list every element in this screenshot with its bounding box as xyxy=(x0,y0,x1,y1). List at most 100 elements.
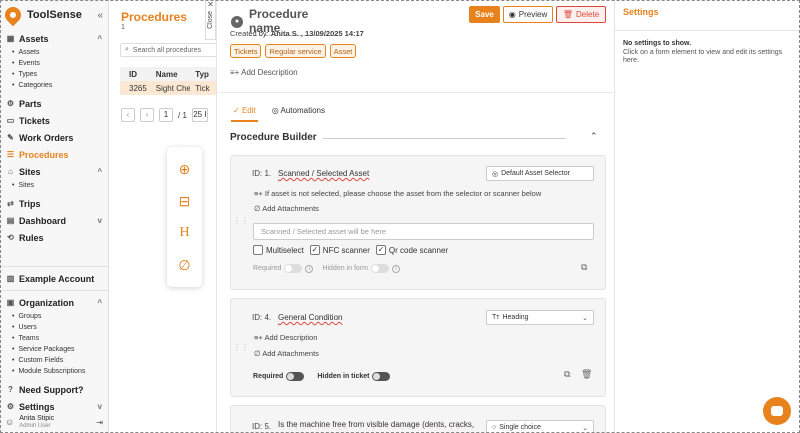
account-switcher[interactable]: ▥ Example Account xyxy=(0,270,108,287)
sidebar-subitem[interactable]: Teams xyxy=(12,333,108,344)
organization-submenu: Groups Users Teams Service Packages Cust… xyxy=(0,311,108,377)
question-name[interactable]: Scanned / Selected Asset xyxy=(278,169,369,178)
attachment-icon: ∅ xyxy=(254,204,261,213)
sidebar-subitem[interactable]: Sites xyxy=(12,180,108,191)
add-description-button[interactable]: ≡+ Add Description xyxy=(230,68,298,77)
drag-handle-icon[interactable]: ⋮⋮ xyxy=(233,216,249,225)
qr-scanner-checkbox[interactable]: ✓ Qr code scanner xyxy=(375,245,448,255)
page-title: Procedures xyxy=(121,10,188,24)
table-row[interactable]: 3265 Sight Che Tick xyxy=(120,81,220,95)
add-description-label: Add Description xyxy=(241,68,298,77)
checkbox-box[interactable]: ✓ xyxy=(375,245,386,255)
next-page-button[interactable]: › xyxy=(140,108,154,122)
sidebar-item-trips[interactable]: ⇄ Trips xyxy=(0,195,108,212)
duplicate-icon[interactable]: ⧉ xyxy=(581,262,587,273)
chevron-up-icon[interactable]: ^ xyxy=(97,167,102,176)
parts-icon: ⚙ xyxy=(6,99,15,108)
tag[interactable]: Regular service xyxy=(265,44,326,58)
sidebar-subitem[interactable]: Assets xyxy=(12,47,108,58)
logo: ToolSense « xyxy=(0,0,108,30)
page-size-select[interactable]: 25 I xyxy=(191,108,208,122)
sidebar-item-tickets[interactable]: ▭ Tickets xyxy=(0,112,108,129)
sidebar-item-procedures[interactable]: ☰ Procedures xyxy=(0,146,108,163)
add-attachments-button[interactable]: ∅ Add Attachments xyxy=(254,349,319,358)
add-heading-icon[interactable]: H xyxy=(179,226,189,240)
nfc-scanner-checkbox[interactable]: ✓ NFC scanner xyxy=(309,245,370,255)
trash-icon: 🗑 xyxy=(562,10,574,19)
tab-automations[interactable]: ◎ Automations xyxy=(270,104,327,122)
drag-handle-icon[interactable]: ⋮⋮ xyxy=(233,343,249,352)
question-name[interactable]: General Condition xyxy=(278,313,342,322)
column-header-id[interactable]: ID xyxy=(120,70,150,79)
add-attachment-icon[interactable]: ∅ xyxy=(178,258,190,272)
close-panel-tab[interactable]: ✕ Close xyxy=(205,0,216,40)
sidebar-subitem[interactable]: Events xyxy=(12,58,108,69)
prev-page-button[interactable]: ‹ xyxy=(121,108,135,122)
collapse-sidebar-icon[interactable]: « xyxy=(97,10,103,21)
assets-submenu: Assets Events Types Categories xyxy=(0,47,108,91)
checkbox-box[interactable]: ✓ xyxy=(309,245,320,255)
sidebar-item-parts[interactable]: ⚙ Parts xyxy=(0,95,108,112)
sidebar-subitem[interactable]: Service Packages xyxy=(12,344,108,355)
sidebar-item-label: Assets xyxy=(19,33,49,44)
user-profile[interactable]: ☺ Anita Stipic Admin User ⇥ xyxy=(0,411,108,433)
delete-button[interactable]: 🗑 Delete xyxy=(556,6,606,23)
hidden-toggle[interactable] xyxy=(372,372,391,381)
sidebar-subitem[interactable]: Custom Fields xyxy=(12,355,108,366)
gear-icon: ⚙ xyxy=(6,402,15,411)
hidden-toggle[interactable] xyxy=(370,264,389,273)
sidebar-subitem[interactable]: Module Subscriptions xyxy=(12,366,108,377)
trash-icon[interactable]: 🗑 xyxy=(581,369,592,380)
sidebar-subitem[interactable]: Types xyxy=(12,69,108,80)
required-toggle[interactable] xyxy=(284,264,303,273)
sidebar-subitem[interactable]: Users xyxy=(12,322,108,333)
logout-icon[interactable]: ⇥ xyxy=(96,418,103,427)
question-card[interactable]: ID: 5. Is the machine free from visible … xyxy=(230,405,606,433)
add-description-button[interactable]: ≡+ Add Description xyxy=(254,333,317,342)
sidebar-item-rules[interactable]: ⟲ Rules xyxy=(0,229,108,246)
collapse-builder-icon[interactable]: ⌃ xyxy=(590,131,598,142)
close-icon[interactable]: ✕ xyxy=(206,0,215,9)
cell-id: 3265 xyxy=(129,83,147,93)
save-button[interactable]: Save xyxy=(469,6,500,23)
chevron-up-icon[interactable]: ^ xyxy=(97,34,102,43)
tag[interactable]: Tickets xyxy=(230,44,262,58)
question-type-select[interactable]: Tт Heading ⌄ xyxy=(486,310,594,325)
question-id: ID: 4. xyxy=(252,313,272,322)
sidebar-item-label: Parts xyxy=(19,98,42,109)
sidebar-item-dashboard[interactable]: ▤ Dashboard v xyxy=(0,212,108,229)
question-id: ID: 5. xyxy=(252,422,272,431)
sidebar-subitem[interactable]: Groups xyxy=(12,311,108,322)
tab-edit[interactable]: ✓ Edit xyxy=(231,104,258,122)
add-attachments-button[interactable]: ∅ Add Attachments xyxy=(254,204,319,213)
checkbox-box[interactable] xyxy=(253,245,263,255)
sidebar-item-sites[interactable]: ⌂ Sites ^ xyxy=(0,163,108,180)
preview-button[interactable]: ◉ Preview xyxy=(503,6,553,23)
question-card[interactable]: ⋮⋮ ID: 1. Scanned / Selected Asset ◎ Def… xyxy=(230,155,606,290)
sidebar-item-organization[interactable]: ▣ Organization ^ xyxy=(0,294,108,311)
need-support-link[interactable]: ? Need Support? xyxy=(0,381,108,398)
chevron-down-icon[interactable]: v xyxy=(98,216,102,225)
required-toggle[interactable] xyxy=(286,372,305,381)
question-type-select[interactable]: ○ Single choice ⌄ xyxy=(486,420,594,433)
question-name[interactable]: Is the machine free from visible damage … xyxy=(278,420,478,429)
organization-icon: ▣ xyxy=(6,298,15,307)
page-input[interactable]: 1 xyxy=(159,108,173,122)
search-input[interactable]: ⌕ Search all procedures xyxy=(120,43,230,57)
add-question-icon[interactable]: ⊕ xyxy=(179,162,191,176)
sidebar-item-work-orders[interactable]: ✎ Work Orders xyxy=(0,129,108,146)
column-header-name[interactable]: Name xyxy=(150,70,191,79)
sidebar-item-assets[interactable]: ▦ Assets ^ xyxy=(0,30,108,47)
question-type-select[interactable]: ◎ Default Asset Selector xyxy=(486,166,594,181)
tag[interactable]: Asset xyxy=(329,44,357,58)
sidebar-subitem[interactable]: Categories xyxy=(12,80,108,91)
question-card[interactable]: ⋮⋮ ID: 4. General Condition Tт Heading ⌄… xyxy=(230,298,606,397)
asset-selector-icon: ◎ xyxy=(492,170,499,178)
chat-button[interactable] xyxy=(763,397,791,425)
multiselect-checkbox[interactable]: Multiselect xyxy=(253,245,304,255)
add-section-icon[interactable]: ⊟ xyxy=(179,194,191,208)
duplicate-icon[interactable]: ⧉ xyxy=(564,369,570,380)
chevron-up-icon[interactable]: ^ xyxy=(97,298,102,307)
asset-field[interactable]: Scanned / Selected asset will be here xyxy=(253,223,594,240)
chevron-down-icon[interactable]: v xyxy=(98,402,102,411)
